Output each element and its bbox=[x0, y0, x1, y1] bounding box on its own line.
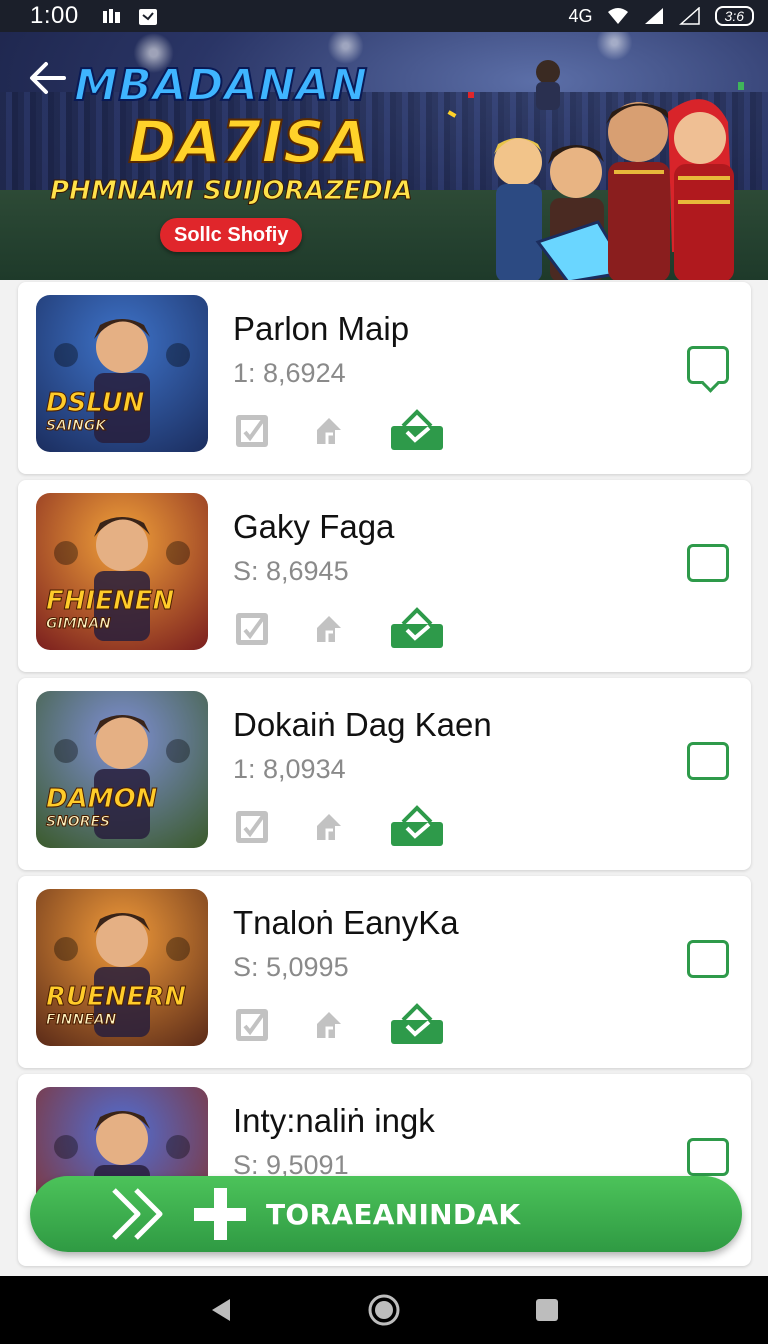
select-checkbox[interactable] bbox=[687, 1138, 729, 1176]
game-list: DSLUN SAINGK Parlon Maip 1: 8,6924 FHIEN… bbox=[18, 282, 751, 1272]
game-title: Tnaloṅ EanyKa bbox=[233, 904, 459, 941]
nav-home-icon[interactable] bbox=[367, 1293, 401, 1327]
promo-banner[interactable]: MBADANAN DA7ISA PHMNAMI SUIJORAZEDIA Sol… bbox=[0, 32, 768, 280]
notification-icon bbox=[138, 9, 157, 25]
nfc-icon bbox=[102, 9, 120, 23]
game-actions bbox=[233, 1002, 447, 1051]
game-actions bbox=[233, 606, 447, 655]
game-list-item[interactable]: DSLUN SAINGK Parlon Maip 1: 8,6924 bbox=[18, 282, 751, 474]
select-checkbox[interactable] bbox=[687, 742, 729, 780]
thumbnail-logo-text: RUENERN FINNEAN bbox=[45, 982, 187, 1029]
game-title: Dokaiṅ Dag Kaen bbox=[233, 706, 492, 743]
game-thumbnail[interactable]: RUENERN FINNEAN bbox=[36, 889, 208, 1046]
repeat-icon[interactable] bbox=[311, 410, 351, 455]
nav-back-icon[interactable] bbox=[206, 1295, 236, 1325]
status-time: 1:00 bbox=[30, 2, 79, 29]
back-button[interactable] bbox=[24, 54, 72, 102]
game-title: Parlon Maip bbox=[233, 310, 410, 347]
add-game-button-label: TORAEANINDAK bbox=[266, 1197, 521, 1231]
banner-subtitle: PHMNAMI SUIJORAZEDIA bbox=[50, 176, 414, 207]
nav-recents-icon[interactable] bbox=[532, 1295, 562, 1325]
game-list-item[interactable]: RUENERN FINNEAN Tnaloṅ EanyKa S: 5,0995 bbox=[18, 876, 751, 1068]
signal-empty-icon bbox=[678, 7, 700, 25]
repeat-icon[interactable] bbox=[311, 806, 351, 851]
shopping-bag-icon[interactable] bbox=[389, 804, 447, 853]
shopping-bag-icon[interactable] bbox=[389, 408, 447, 457]
game-score: 1: 8,6924 bbox=[233, 358, 346, 388]
repeat-icon[interactable] bbox=[311, 1004, 351, 1049]
thumbnail-logo-text: FHIENEN GIMNAN bbox=[45, 586, 175, 633]
add-game-button[interactable]: TORAEANINDAK bbox=[30, 1176, 742, 1252]
banner-title-line2: DA7ISA bbox=[127, 107, 371, 177]
thumbnail-logo-text: DAMON SNORES bbox=[45, 784, 158, 831]
signal-icon bbox=[644, 8, 663, 24]
game-score: S: 5,0995 bbox=[233, 952, 349, 982]
system-nav-bar bbox=[0, 1276, 768, 1344]
game-title: Inty:naliṅ ingk bbox=[233, 1102, 435, 1139]
shopping-bag-icon[interactable] bbox=[389, 1002, 447, 1051]
select-checkbox[interactable] bbox=[687, 940, 729, 978]
game-thumbnail[interactable]: DSLUN SAINGK bbox=[36, 295, 208, 452]
game-score: S: 8,6945 bbox=[233, 556, 349, 586]
repeat-icon[interactable] bbox=[311, 608, 351, 653]
status-bar: 1:00 4G 3:6 bbox=[0, 0, 768, 32]
edit-square-icon[interactable] bbox=[233, 410, 273, 455]
game-actions bbox=[233, 408, 447, 457]
edit-square-icon[interactable] bbox=[233, 806, 273, 851]
game-list-item[interactable]: DAMON SNORES Dokaiṅ Dag Kaen 1: 8,0934 bbox=[18, 678, 751, 870]
select-checkbox[interactable] bbox=[687, 544, 729, 582]
banner-characters-art bbox=[447, 60, 744, 280]
game-actions bbox=[233, 804, 447, 853]
thumbnail-logo-text: DSLUN SAINGK bbox=[45, 388, 145, 435]
double-chevron-right-icon bbox=[112, 1188, 163, 1240]
comment-icon[interactable] bbox=[687, 346, 729, 384]
battery-indicator: 3:6 bbox=[714, 6, 754, 26]
plus-icon bbox=[194, 1188, 246, 1240]
game-list-item[interactable]: FHIENEN GIMNAN Gaky Faga S: 8,6945 bbox=[18, 480, 751, 672]
banner-cta-pill[interactable]: Sollc Shofiy bbox=[160, 218, 303, 252]
network-type-label: 4G bbox=[568, 5, 593, 26]
game-score: 1: 8,0934 bbox=[233, 754, 346, 784]
shopping-bag-icon[interactable] bbox=[389, 606, 447, 655]
game-title: Gaky Faga bbox=[233, 508, 395, 545]
edit-square-icon[interactable] bbox=[233, 608, 273, 653]
wifi-icon bbox=[607, 8, 628, 24]
game-thumbnail[interactable]: DAMON SNORES bbox=[36, 691, 208, 848]
banner-title-line1: MBADANAN bbox=[73, 59, 368, 112]
edit-square-icon[interactable] bbox=[233, 1004, 273, 1049]
game-thumbnail[interactable]: FHIENEN GIMNAN bbox=[36, 493, 208, 650]
arrow-left-icon bbox=[30, 62, 66, 94]
